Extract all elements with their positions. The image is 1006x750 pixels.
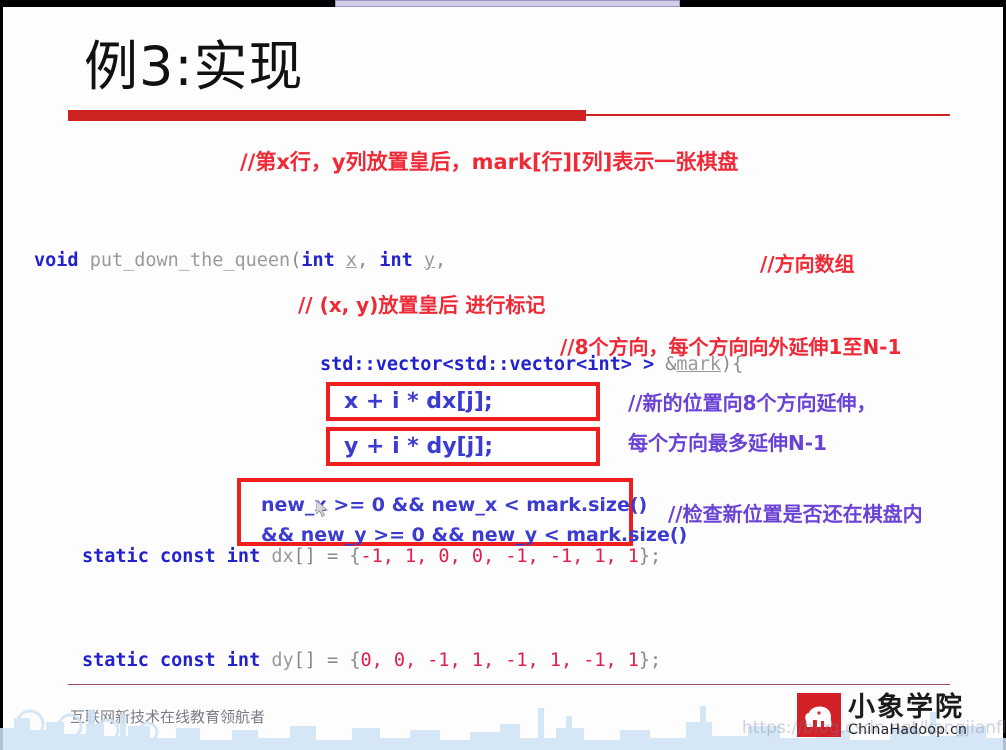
identifier-dy: dy xyxy=(260,650,294,671)
page-title: 例3:实现 xyxy=(84,35,304,98)
dy-end: }; xyxy=(638,650,662,671)
comma-1: , xyxy=(357,250,380,271)
keyword-void: void xyxy=(34,250,79,271)
ampersand: & xyxy=(665,354,677,375)
dx-end: }; xyxy=(638,546,662,567)
highlight-if-cond-line2: && new_y >= 0 && new_y < mark.size() xyxy=(261,524,688,546)
keyword-static-const-int-dx: static const int xyxy=(82,546,261,567)
param-x: x xyxy=(345,250,358,271)
brace-open: ){ xyxy=(720,354,744,375)
highlight-new-x-expression: x + i * dx[j]; xyxy=(344,389,493,414)
title-divider-thick xyxy=(68,110,586,121)
highlight-if-cond-line1: new_x >= 0 && new_x < mark.size() xyxy=(261,494,648,516)
highlight-box-if-condition: new_x >= 0 && new_x < mark.size() && new… xyxy=(237,478,687,546)
top-progress-bar xyxy=(335,0,680,7)
function-name: put_down_the_queen xyxy=(78,250,291,271)
dy-assign: [] = { xyxy=(293,650,361,671)
footer-divider xyxy=(68,684,950,685)
paren-open: ( xyxy=(290,250,302,271)
keyword-static-const-int-dy: static const int xyxy=(82,650,261,671)
logo-name-cn: 小象学院 xyxy=(848,691,964,723)
keyword-int-x: int xyxy=(301,250,335,271)
watermark-url: https://blog.csdn.net/kangjianflying xyxy=(742,718,1006,738)
comma-2: , xyxy=(435,250,447,271)
highlight-box-new-x: x + i * dx[j]; xyxy=(326,382,600,421)
top-black-bar xyxy=(0,0,1006,7)
highlight-new-y-expression: y + i * dy[j]; xyxy=(344,434,493,459)
type-vector: std::vector<std::vector<int> > xyxy=(320,354,666,375)
dy-values: 0, 0, -1, 1, -1, 1, -1, 1 xyxy=(360,650,639,671)
param-y: y xyxy=(423,250,436,271)
slide-canvas: 例3:实现 //第x行，y列放置皇后，mark[行][列]表示一张棋盘 //方向… xyxy=(0,0,1006,750)
title-divider-thin xyxy=(586,114,950,116)
param-mark: mark xyxy=(676,354,721,375)
code-line-dy: static const int dy[] = {0, 0, -1, 1, -1… xyxy=(0,648,1006,674)
code-line-signature-1: void put_down_the_queen(int x, int y, xyxy=(0,248,1006,274)
highlight-box-new-y: y + i * dy[j]; xyxy=(326,427,600,466)
code-line-signature-2: std::vector<std::vector<int> > &mark){ xyxy=(0,352,1006,378)
keyword-int-y: int xyxy=(379,250,413,271)
